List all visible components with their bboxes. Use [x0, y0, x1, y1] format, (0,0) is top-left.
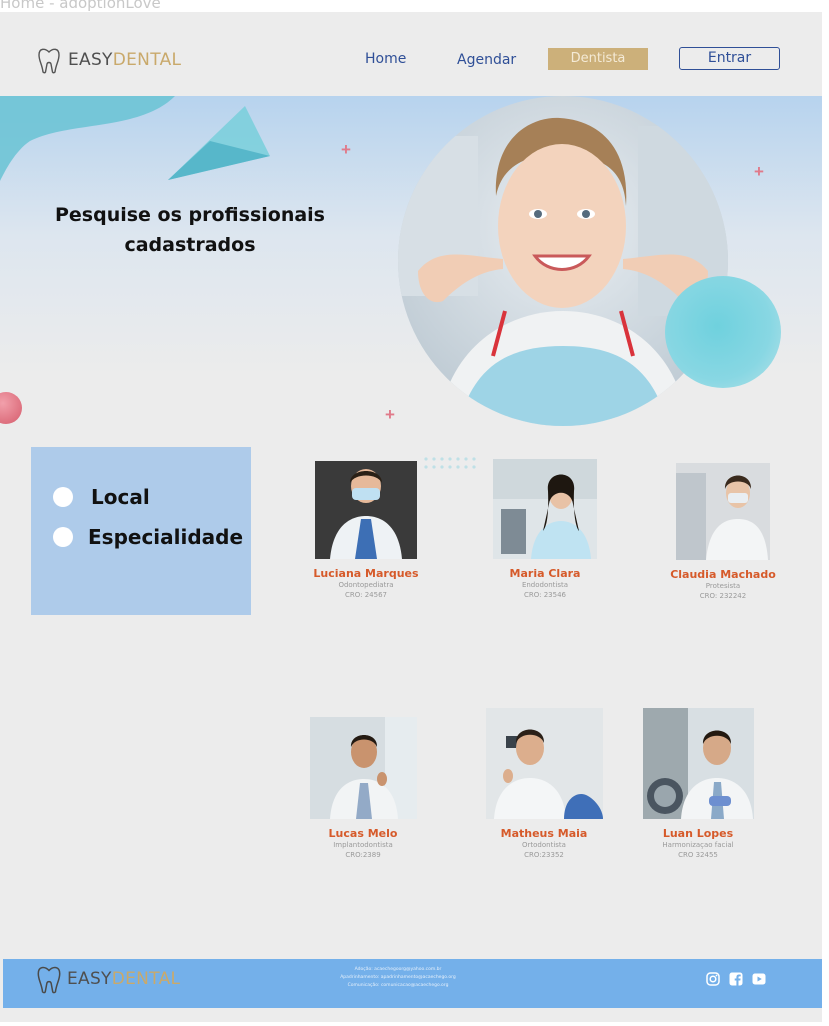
- footer-logo-text-primary: EASY: [67, 969, 112, 989]
- dentist-specialty: Harmonizaçao facial: [662, 841, 734, 849]
- contact-comunicacao[interactable]: Comunicação: comunicacao@acaechego.org: [313, 982, 483, 990]
- dentist-name[interactable]: Luan Lopes: [628, 827, 768, 840]
- filter-label-especialidade: Especialidade: [88, 525, 244, 549]
- radio-local[interactable]: [53, 487, 73, 507]
- decorative-wave: [0, 96, 270, 181]
- hero-title-line1: Pesquise os profissionais: [54, 204, 325, 226]
- instagram-icon[interactable]: [706, 972, 720, 986]
- dentist-card[interactable]: Matheus Maia Ortodontista CRO:23352: [474, 708, 614, 860]
- hero-title: Pesquise os profissionais cadastrados: [50, 200, 330, 260]
- dentist-photo: [485, 708, 603, 819]
- dentist-card[interactable]: Lucas Melo Implantodontista CRO:2389: [293, 717, 433, 860]
- dentist-card[interactable]: Luciana Marques Odontopediatra CRO: 2456…: [296, 461, 436, 600]
- dentist-cro: CRO:2389: [345, 851, 381, 859]
- youtube-icon[interactable]: [752, 972, 766, 986]
- dentist-specialty: Ortodontista: [522, 841, 566, 849]
- hero-title-line2: cadastrados: [124, 234, 256, 256]
- filter-option-local[interactable]: Local: [53, 485, 150, 509]
- contact-adocao[interactable]: Adoção: acaechegoorg@yahoo.com.br: [313, 966, 483, 974]
- filter-panel: Local Especialidade: [31, 447, 251, 615]
- logo-text-primary: EASY: [68, 50, 113, 70]
- dentist-name[interactable]: Matheus Maia: [474, 827, 614, 840]
- dentist-photo: [315, 461, 417, 559]
- dentist-card[interactable]: Maria Clara Endodontista CRO: 23546: [475, 459, 615, 600]
- dentist-cro: CRO:23352: [524, 851, 564, 859]
- footer-logo-text-accent: DENTAL: [111, 969, 181, 989]
- decorative-plus-icon: +: [341, 140, 351, 159]
- dentist-cro: CRO: 23546: [524, 591, 566, 599]
- site-footer: EASYDENTAL Adoção: acaechegoorg@yahoo.co…: [3, 959, 822, 1008]
- filter-option-especialidade[interactable]: Especialidade: [53, 525, 243, 549]
- radio-especialidade[interactable]: [53, 527, 73, 547]
- dentist-cro: CRO 32455: [678, 851, 718, 859]
- decorative-plus-icon: +: [754, 162, 764, 181]
- dentist-cro: CRO: 232242: [699, 592, 747, 600]
- entrar-button[interactable]: Entrar: [679, 47, 780, 70]
- dentist-cro: CRO: 24567: [345, 591, 387, 599]
- dentist-card[interactable]: Claudia Machado Protesista CRO: 232242: [653, 463, 793, 601]
- facebook-icon[interactable]: [729, 972, 743, 986]
- footer-logo[interactable]: EASYDENTAL: [35, 964, 180, 994]
- dentist-name[interactable]: Claudia Machado: [653, 568, 793, 581]
- browser-tab-title: Home - adoptionLove: [0, 0, 161, 12]
- dentista-button[interactable]: Dentista: [548, 48, 648, 70]
- decorative-teal-blob: [665, 276, 781, 388]
- dentist-name[interactable]: Maria Clara: [475, 567, 615, 580]
- tooth-icon: [38, 48, 60, 74]
- dentist-photo: [493, 459, 597, 559]
- decorative-plus-icon: +: [385, 405, 395, 424]
- tooth-icon: [37, 966, 61, 994]
- page: EASYDENTAL Home Agendar Dentista Entrar …: [0, 12, 822, 1022]
- dentist-photo: [676, 463, 770, 560]
- dentist-specialty: Protesista: [705, 582, 741, 590]
- filter-label-local: Local: [91, 485, 150, 509]
- site-header: EASYDENTAL Home Agendar Dentista Entrar: [0, 12, 822, 96]
- dentist-name[interactable]: Lucas Melo: [293, 827, 433, 840]
- nav-home[interactable]: Home: [365, 51, 406, 67]
- dentist-photo: [309, 717, 417, 819]
- dentist-name[interactable]: Luciana Marques: [296, 567, 436, 580]
- contact-apadrinhamento[interactable]: Apadrinhamento: apadrinhamento@acaechego…: [313, 974, 483, 982]
- logo-text-accent: DENTAL: [112, 50, 182, 70]
- hero-photo-smiling-woman: [398, 96, 728, 426]
- dentist-card[interactable]: Luan Lopes Harmonizaçao facial CRO 32455: [628, 708, 768, 860]
- dentist-specialty: Endodontista: [521, 581, 569, 589]
- nav-agendar[interactable]: Agendar: [457, 52, 516, 68]
- dentist-specialty: Odontopediatra: [338, 581, 394, 589]
- logo[interactable]: EASYDENTAL: [36, 46, 181, 74]
- footer-contacts: Adoção: acaechegoorg@yahoo.com.br Apadri…: [313, 966, 483, 990]
- hero-banner: + + Pesquise os profissionais cadastrado…: [0, 96, 822, 446]
- dentist-photo: [642, 708, 754, 819]
- dentist-specialty: Implantodontista: [333, 841, 393, 849]
